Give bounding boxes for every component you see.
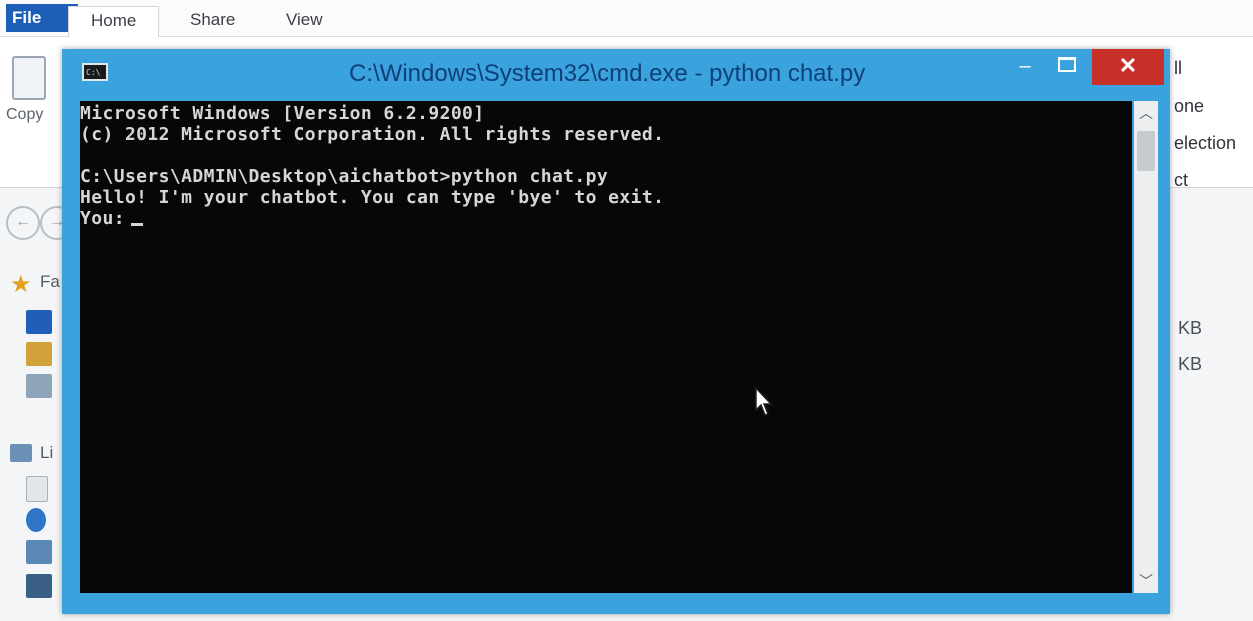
favorites-label[interactable]: Fa xyxy=(40,272,60,292)
console-line: Microsoft Windows [Version 6.2.9200] xyxy=(80,103,485,124)
file-size-value: KB xyxy=(1178,318,1203,338)
cmd-system-icon[interactable]: C:\ xyxy=(82,63,108,81)
scroll-thumb[interactable] xyxy=(1137,131,1155,171)
documents-icon[interactable] xyxy=(26,476,48,502)
videos-icon[interactable] xyxy=(26,574,52,598)
copy-icon[interactable] xyxy=(12,56,46,100)
favorites-star-icon: ★ xyxy=(10,271,32,298)
libraries-icon xyxy=(10,444,32,462)
select-label[interactable]: ct xyxy=(1174,170,1188,191)
downloads-icon[interactable] xyxy=(26,342,52,366)
back-arrow-icon[interactable]: ← xyxy=(6,206,40,240)
tab-view[interactable]: View xyxy=(264,6,345,36)
file-size-value: KB xyxy=(1178,354,1203,374)
console-line: C:\Users\ADMIN\Desktop\aichatbot>python … xyxy=(80,166,609,187)
text-cursor xyxy=(130,223,143,226)
desktop-icon[interactable] xyxy=(26,310,52,334)
music-icon[interactable] xyxy=(26,508,46,532)
cmd-window[interactable]: C:\ C:\Windows\System32\cmd.exe - python… xyxy=(62,49,1170,614)
minimize-button[interactable]: – xyxy=(1010,49,1040,85)
invert-selection-label[interactable]: election xyxy=(1174,133,1236,154)
console-output[interactable]: Microsoft Windows [Version 6.2.9200] (c)… xyxy=(80,101,1132,593)
maximize-icon xyxy=(1058,57,1076,72)
title-bar[interactable]: C:\ C:\Windows\System32\cmd.exe - python… xyxy=(62,49,1170,101)
ribbon-tab-bar: File Home Share View xyxy=(0,0,1253,37)
prompt-label: You: xyxy=(80,208,125,229)
console-line: Hello! I'm your chatbot. You can type 'b… xyxy=(80,187,665,208)
select-all-label[interactable]: ll xyxy=(1174,58,1182,79)
close-button[interactable]: ✕ xyxy=(1092,49,1164,85)
console-line: (c) 2012 Microsoft Corporation. All righ… xyxy=(80,124,665,145)
mouse-pointer-icon xyxy=(755,386,773,416)
scroll-down-icon[interactable]: ﹀ xyxy=(1134,569,1158,593)
tab-home[interactable]: Home xyxy=(68,6,160,37)
window-title: C:\Windows\System32\cmd.exe - python cha… xyxy=(349,60,866,87)
pictures-icon[interactable] xyxy=(26,540,52,564)
tab-share[interactable]: Share xyxy=(168,6,257,36)
libraries-label[interactable]: Li xyxy=(40,443,53,463)
copy-button-label[interactable]: Copy xyxy=(6,106,43,124)
maximize-button[interactable] xyxy=(1052,49,1082,85)
scroll-up-icon[interactable]: ︿ xyxy=(1134,101,1158,125)
console-prompt-line[interactable]: You: xyxy=(80,208,143,229)
recent-places-icon[interactable] xyxy=(26,374,52,398)
vertical-scrollbar[interactable]: ︿ ﹀ xyxy=(1134,101,1158,593)
select-none-label[interactable]: one xyxy=(1174,96,1204,117)
